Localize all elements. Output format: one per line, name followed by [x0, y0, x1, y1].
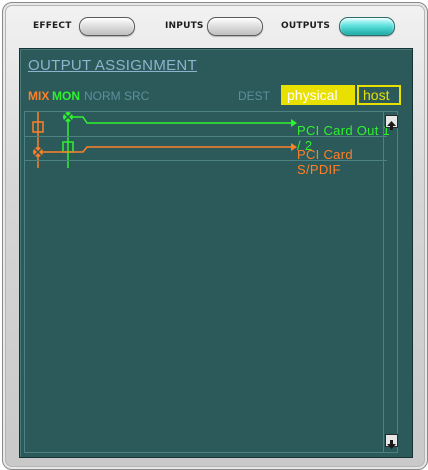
column-norm-src-label: NORM SRC	[84, 89, 150, 103]
tab-effect-button[interactable]	[79, 17, 135, 36]
scroll-down-button[interactable]	[385, 434, 398, 449]
tab-effect-label: EFFECT	[33, 21, 72, 31]
column-mon-label: MON	[52, 89, 80, 103]
scroll-up-button[interactable]	[385, 115, 398, 130]
tab-inputs-label: INPUTS	[165, 21, 204, 31]
row-divider	[25, 160, 387, 161]
tab-bar: EFFECT INPUTS OUTPUTS	[3, 3, 427, 43]
dest-host-button[interactable]: host	[357, 85, 401, 105]
routing-list: PCI Card Out 1 / 2 PCI Card S/PDIF	[24, 111, 398, 453]
column-dest-label: DEST	[238, 89, 271, 103]
column-mix-label: MIX	[28, 89, 50, 103]
route-dest-row2[interactable]: PCI Card S/PDIF	[297, 147, 397, 177]
arrow-down-icon	[387, 440, 396, 449]
scrollbar[interactable]	[383, 112, 400, 452]
arrow-up-icon	[387, 121, 396, 130]
tab-outputs-label: OUTPUTS	[281, 21, 331, 31]
row-divider	[25, 136, 387, 137]
tab-inputs-button[interactable]	[207, 17, 263, 36]
panel-title: OUTPUT ASSIGNMENT	[28, 57, 198, 74]
tab-outputs-button[interactable]	[339, 17, 395, 36]
output-assignment-window: EFFECT INPUTS OUTPUTS OUTPUT ASSIGNMENT …	[2, 2, 428, 470]
output-assignment-panel: OUTPUT ASSIGNMENT MIX MON NORM SRC DEST …	[19, 48, 413, 458]
dest-physical-button[interactable]: physical	[281, 85, 355, 105]
